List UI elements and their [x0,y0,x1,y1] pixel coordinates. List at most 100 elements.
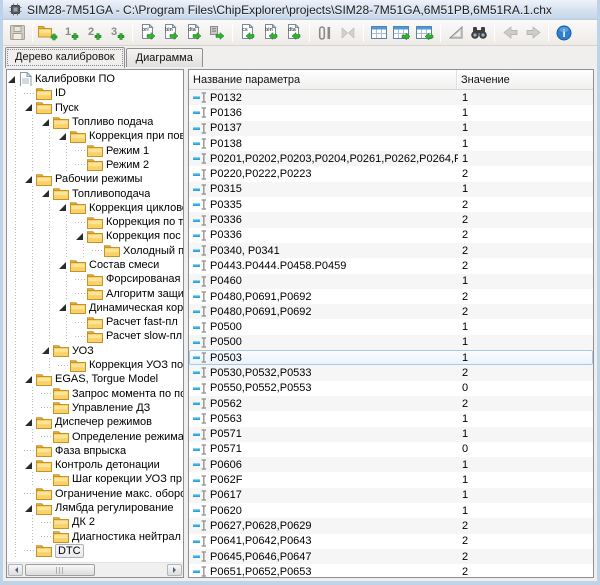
column-header-value[interactable]: Значение [457,70,593,89]
expand-arrow-icon[interactable] [7,72,19,86]
back-button[interactable] [499,22,521,44]
tree-item[interactable]: Алгоритм защи [7,286,183,300]
tree-item[interactable]: Форсированая [7,272,183,286]
table-export-button[interactable] [391,22,413,44]
table-row[interactable]: P04601 [189,274,593,289]
table-row[interactable]: P01381 [189,136,593,151]
add-2-button[interactable]: 2 [83,22,105,44]
binary-compare-button[interactable] [314,22,336,44]
tree-item[interactable]: Расчет slow-пл [7,329,183,343]
table-row[interactable]: P0480,P0691,P06922 [189,289,593,304]
expand-arrow-icon[interactable] [58,258,70,272]
import-cs-button[interactable]: cs [237,22,259,44]
tree-item[interactable]: Топливоподача [7,186,183,200]
table-row[interactable]: P01371 [189,121,593,136]
table-row[interactable]: P06061 [189,457,593,472]
tree-item[interactable]: Расчет fast-пл [7,315,183,329]
table-row[interactable]: P05710 [189,442,593,457]
table-row[interactable]: P0550,P0552,P05530 [189,381,593,396]
expand-arrow-icon[interactable] [24,172,36,186]
import-dta-button[interactable]: dta [283,22,305,44]
table-row[interactable]: P05001 [189,319,593,334]
tree-item[interactable]: Режим 2 [7,158,183,172]
scrollbar-track[interactable] [95,564,167,576]
search-button[interactable] [468,22,490,44]
tree-item[interactable]: Управление ДЗ [7,401,183,415]
open-ori-button[interactable]: ori [137,22,159,44]
tree-item[interactable]: Топливо подача [7,115,183,129]
table-row[interactable]: P05031 [189,350,593,365]
table-row[interactable]: P03151 [189,182,593,197]
tree-item[interactable]: Калибровки ПО [7,72,183,86]
expand-arrow-icon[interactable] [58,301,70,315]
tree-item[interactable]: Запрос момента по по [7,387,183,401]
expand-arrow-icon[interactable] [24,458,36,472]
table-row[interactable]: P0651,P0652,P06532 [189,564,593,577]
tree-item[interactable]: УОЗ [7,344,183,358]
tree-item[interactable]: Холодный п [7,244,183,258]
tree-item[interactable]: Коррекция пос [7,229,183,243]
expand-arrow-icon[interactable] [24,101,36,115]
tree-item[interactable]: Контроль детонации [7,458,183,472]
tree-item[interactable]: ID [7,86,183,100]
table-row[interactable]: P0645,P0646,P06472 [189,549,593,564]
expand-arrow-icon[interactable] [24,372,36,386]
tree-item[interactable]: Пуск [7,101,183,115]
table-row[interactable]: P0480,P0691,P06922 [189,304,593,319]
expand-arrow-icon[interactable] [58,129,70,143]
table-row[interactable]: P0641,P0642,P06432 [189,534,593,549]
open-dta-button[interactable]: dta [183,22,205,44]
tree-item[interactable]: Фаза впрыска [7,444,183,458]
tree-item[interactable]: Определение режима [7,429,183,443]
export-doc-button[interactable] [206,22,228,44]
tree-item[interactable]: Коррекция УОЗ по [7,358,183,372]
table-row[interactable]: P05622 [189,396,593,411]
merge-button[interactable] [337,22,359,44]
table-row[interactable]: P01361 [189,105,593,120]
table-import-button[interactable] [414,22,436,44]
tree-item[interactable]: Рабочии режимы [7,172,183,186]
tree-item[interactable]: Диспечер режимов [7,415,183,429]
expand-arrow-icon[interactable] [24,501,36,515]
table-row[interactable]: P0201,P0202,P0203,P0204,P0261,P0262,P026… [189,151,593,166]
tree-item[interactable]: ДК 2 [7,515,183,529]
table-row[interactable]: P05001 [189,335,593,350]
expand-arrow-icon[interactable] [41,115,53,129]
tree-item[interactable]: Динамическая кор [7,301,183,315]
add-3-button[interactable]: 3 [106,22,128,44]
table-view-button[interactable] [368,22,390,44]
measure-button[interactable] [445,22,467,44]
table-row[interactable]: P0220,P0222,P02232 [189,166,593,181]
tab-calibration-tree[interactable]: Дерево калибровок [5,47,125,68]
tree-item[interactable]: Коррекция при пов [7,129,183,143]
forward-button[interactable] [522,22,544,44]
tree-item[interactable]: Диагностика нейтрал [7,530,183,544]
expand-arrow-icon[interactable] [58,201,70,215]
import-bin-button[interactable]: bin [260,22,282,44]
tree-horizontal-scrollbar[interactable] [7,562,183,577]
tree-item[interactable]: Ограничение макс. оборо [7,487,183,501]
title-bar[interactable]: SIM28-7M51GA - C:\Program Files\ChipExpl… [3,0,597,20]
tree-item[interactable]: EGAS, Torgue Model [7,372,183,386]
table-row[interactable]: P03362 [189,212,593,227]
table-row[interactable]: P06171 [189,488,593,503]
table-row[interactable]: P05631 [189,411,593,426]
tree-item[interactable]: Лямбда регулирование [7,501,183,515]
table-row[interactable]: P01321 [189,90,593,105]
tree-item[interactable]: Шаг корекции УОЗ пр [7,472,183,486]
table-row[interactable]: P05711 [189,427,593,442]
table-row[interactable]: P03362 [189,228,593,243]
tree-item[interactable]: DTC [7,544,183,558]
tree-item[interactable]: Состав смеси [7,258,183,272]
expand-arrow-icon[interactable] [41,186,53,200]
expand-arrow-icon[interactable] [24,415,36,429]
tab-diagram[interactable]: Диаграмма [126,48,203,67]
table-row[interactable]: P0530,P0532,P05332 [189,365,593,380]
column-header-parameter-name[interactable]: Название параметра [189,70,457,89]
table-row[interactable]: P06201 [189,503,593,518]
expand-arrow-icon[interactable] [41,344,53,358]
scroll-right-button[interactable] [167,564,182,576]
table-row[interactable]: P0627,P0628,P06292 [189,518,593,533]
add-1-button[interactable]: 1 [60,22,82,44]
tree-item[interactable]: Коррекция циклово [7,201,183,215]
